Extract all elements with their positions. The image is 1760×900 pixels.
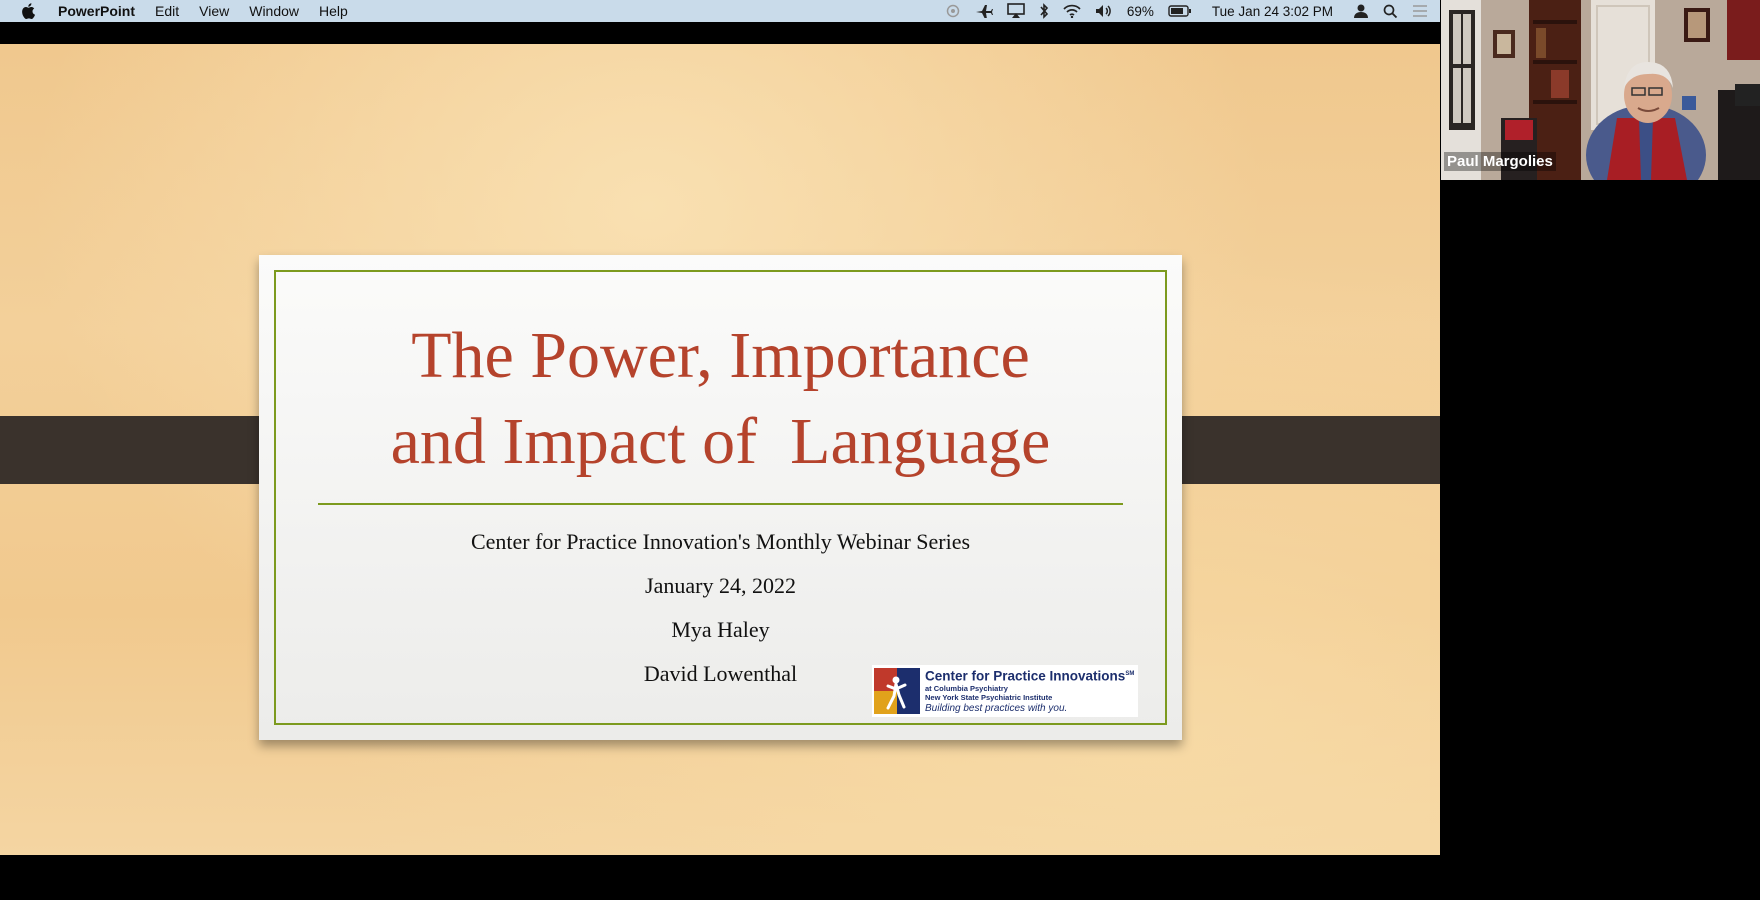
status-area: 69% Tue Jan 24 3:02 PM [945, 0, 1428, 22]
airplay-icon[interactable] [1007, 3, 1025, 19]
decorative-band-right [1150, 416, 1440, 484]
slide-date: January 24, 2022 [645, 573, 796, 598]
cpi-logo-mark-icon [874, 668, 920, 714]
battery-icon[interactable] [1168, 5, 1192, 17]
slide-title: The Power, Importance and Impact of Lang… [259, 313, 1182, 485]
presenter-name-1: Mya Haley [671, 617, 770, 642]
slide-title-line-1: The Power, Importance [411, 319, 1030, 392]
battery-percent: 69% [1126, 3, 1154, 19]
edit-menu[interactable]: Edit [145, 0, 189, 22]
sync-icon[interactable] [945, 3, 961, 19]
logo-service-mark: SM [1125, 671, 1135, 678]
bottom-black-bar [0, 855, 1440, 900]
slideshow-stage[interactable]: The Power, Importance and Impact of Lang… [0, 44, 1440, 855]
airplane-icon[interactable] [975, 4, 993, 18]
menu-bar: PowerPoint Edit View Window Help 69% Tue… [0, 0, 1440, 22]
clock[interactable]: Tue Jan 24 3:02 PM [1212, 4, 1333, 19]
user-icon[interactable] [1353, 3, 1369, 19]
decorative-band-left [0, 416, 292, 484]
slide-title-line-2: and Impact of Language [390, 405, 1051, 478]
logo-line-2: New York State Psychiatric Institute [925, 692, 1053, 702]
participant-video-tile[interactable]: Paul Margolies [1441, 0, 1760, 180]
help-menu[interactable]: Help [309, 0, 358, 22]
participant-name-label: Paul Margolies [1444, 152, 1556, 171]
slide: The Power, Importance and Impact of Lang… [259, 255, 1182, 740]
logo-tagline: Building best practices with you. [925, 702, 1068, 714]
cpi-logo-text: Center for Practice InnovationsSM at Col… [925, 667, 1134, 715]
apple-menu-icon[interactable] [18, 3, 38, 19]
volume-icon[interactable] [1095, 4, 1113, 18]
window-menu[interactable]: Window [239, 0, 309, 22]
view-menu[interactable]: View [189, 0, 239, 22]
logo-line-1: at Columbia Psychiatry [925, 683, 1008, 693]
control-center-icon[interactable] [1412, 4, 1428, 18]
bluetooth-icon[interactable] [1039, 3, 1049, 19]
logo-name: Center for Practice Innovations [925, 668, 1126, 684]
wifi-icon[interactable] [1063, 4, 1081, 18]
search-icon[interactable] [1383, 4, 1398, 19]
cpi-logo: Center for Practice InnovationsSM at Col… [872, 665, 1138, 717]
slide-subtitle: Center for Practice Innovation's Monthly… [470, 529, 971, 554]
title-divider [318, 503, 1123, 505]
app-name-menu[interactable]: PowerPoint [52, 0, 145, 22]
